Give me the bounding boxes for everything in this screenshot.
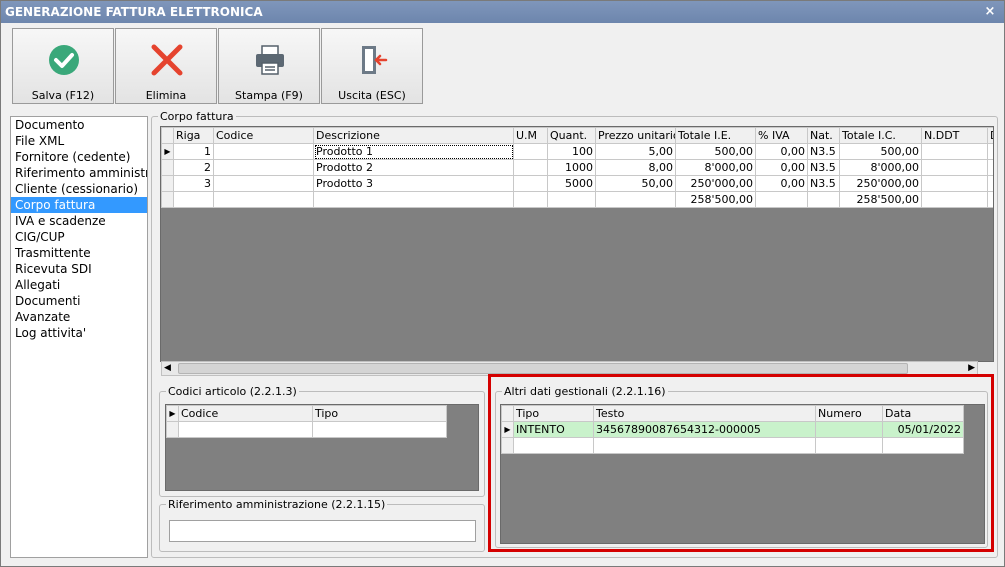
delete-x-icon xyxy=(151,44,183,76)
nav-item[interactable]: Documento xyxy=(11,117,147,133)
nav-item[interactable]: Ricevuta SDI xyxy=(11,261,147,277)
totals-row: 258'500,00 258'500,00 xyxy=(161,191,993,208)
print-button[interactable]: Stampa (F9) xyxy=(218,28,320,104)
scroll-thumb[interactable] xyxy=(178,363,908,374)
corpo-fattura-legend: Corpo fattura xyxy=(160,110,234,123)
close-icon[interactable]: × xyxy=(982,1,998,23)
window-title: GENERAZIONE FATTURA ELETTRONICA xyxy=(5,5,263,19)
col-header[interactable]: Totale I.C. xyxy=(839,127,922,144)
total-ie: 258'500,00 xyxy=(675,191,756,208)
col-header[interactable]: Codice xyxy=(178,405,313,422)
col-header[interactable]: U.M xyxy=(513,127,548,144)
nav-item[interactable]: Documenti xyxy=(11,293,147,309)
col-header[interactable]: D xyxy=(987,127,993,144)
nav-item[interactable]: Log attivita' xyxy=(11,325,147,341)
exit-button[interactable]: Uscita (ESC) xyxy=(321,28,423,104)
save-button[interactable]: Salva (F12) xyxy=(12,28,114,104)
rif-amm-input[interactable] xyxy=(169,520,476,542)
nav-item[interactable]: CIG/CUP xyxy=(11,229,147,245)
col-header[interactable]: Nat. xyxy=(807,127,840,144)
invoice-lines-grid[interactable]: Riga Codice Descrizione U.M Quant. Prezz… xyxy=(160,126,994,362)
col-header[interactable]: % IVA xyxy=(755,127,808,144)
title-bar: GENERAZIONE FATTURA ELETTRONICA × xyxy=(1,1,1004,23)
section-list: Documento File XML Fornitore (cedente) R… xyxy=(10,116,148,558)
nav-item[interactable]: Avanzate xyxy=(11,309,147,325)
col-header[interactable]: Totale I.E. xyxy=(675,127,756,144)
table-row[interactable]: 3 Prodotto 3 5000 50,00 250'000,00 0,00 … xyxy=(161,175,993,192)
delete-button[interactable]: Elimina xyxy=(115,28,217,104)
print-label: Stampa (F9) xyxy=(235,89,303,102)
delete-label: Elimina xyxy=(145,89,187,102)
exit-label: Uscita (ESC) xyxy=(338,89,406,102)
exit-door-icon xyxy=(362,46,388,74)
nav-item[interactable]: Cliente (cessionario) xyxy=(11,181,147,197)
nav-item[interactable]: File XML xyxy=(11,133,147,149)
col-header[interactable]: Descrizione xyxy=(313,127,514,144)
col-header[interactable]: N.DDT xyxy=(921,127,988,144)
table-row[interactable]: ▶ 1 Prodotto 1 100 5,00 500,00 0,00 N3.5… xyxy=(161,143,993,160)
highlight-box xyxy=(488,374,994,552)
col-header[interactable]: Tipo xyxy=(312,405,447,422)
invoice-lines-table: Riga Codice Descrizione U.M Quant. Prezz… xyxy=(161,127,993,208)
col-header[interactable]: Quant. xyxy=(547,127,596,144)
nav-item[interactable]: Allegati xyxy=(11,277,147,293)
nav-item[interactable]: Riferimento amministra xyxy=(11,165,147,181)
save-label: Salva (F12) xyxy=(31,89,95,102)
nav-item-selected[interactable]: Corpo fattura xyxy=(11,197,147,213)
row-pointer-icon: ▶ xyxy=(166,405,179,422)
header-row: Riga Codice Descrizione U.M Quant. Prezz… xyxy=(161,127,993,144)
scroll-left-icon[interactable]: ◀ xyxy=(164,362,171,375)
col-header[interactable]: Codice xyxy=(213,127,314,144)
main-window: GENERAZIONE FATTURA ELETTRONICA × Salva … xyxy=(0,0,1005,567)
codici-articolo-legend: Codici articolo (2.2.1.3) xyxy=(168,385,297,398)
rif-amm-legend: Riferimento amministrazione (2.2.1.15) xyxy=(168,498,386,511)
table-row[interactable]: 2 Prodotto 2 1000 8,00 8'000,00 0,00 N3.… xyxy=(161,159,993,176)
row-pointer-icon: ▶ xyxy=(161,143,174,160)
nav-item[interactable]: Trasmittente xyxy=(11,245,147,261)
description-cell-focused[interactable]: Prodotto 1 xyxy=(313,143,514,160)
checkmark-icon xyxy=(49,45,79,75)
nav-item[interactable]: Fornitore (cedente) xyxy=(11,149,147,165)
printer-icon xyxy=(256,45,284,75)
total-ic: 258'500,00 xyxy=(839,191,922,208)
nav-item[interactable]: IVA e scadenze xyxy=(11,213,147,229)
col-header[interactable]: Prezzo unitario xyxy=(595,127,676,144)
codici-grid[interactable]: ▶ Codice Tipo xyxy=(165,404,479,491)
table-row[interactable] xyxy=(166,421,447,438)
col-header[interactable]: Riga xyxy=(173,127,214,144)
